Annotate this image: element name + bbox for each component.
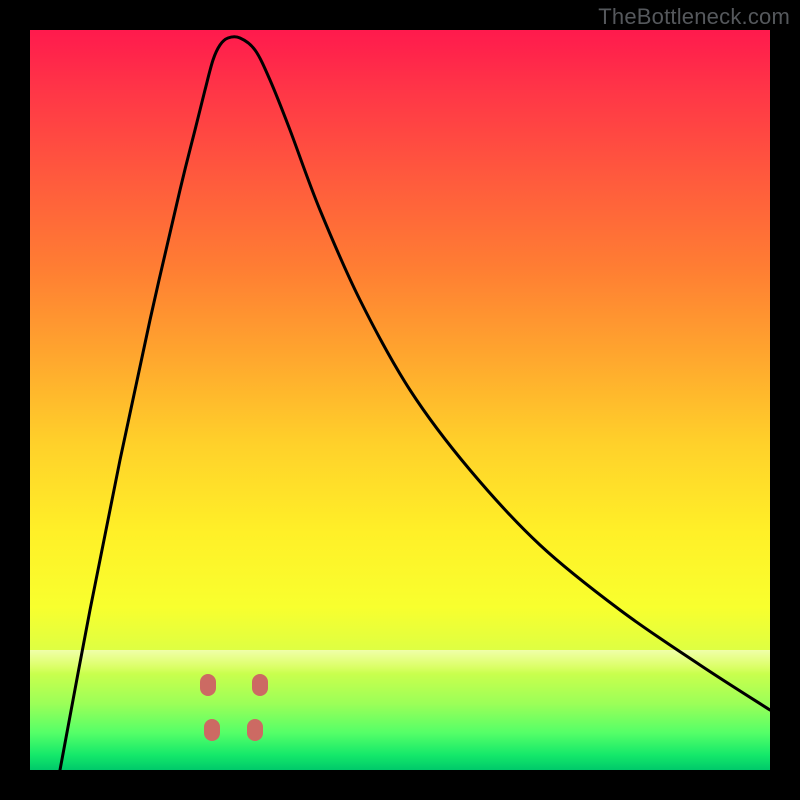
data-marker	[252, 674, 268, 696]
bottleneck-curve	[60, 37, 770, 770]
data-marker	[204, 719, 220, 741]
marker-group	[200, 674, 268, 741]
chart-frame: TheBottleneck.com	[0, 0, 800, 800]
attribution-label: TheBottleneck.com	[598, 4, 790, 30]
curve-layer	[30, 30, 770, 770]
data-marker	[200, 674, 216, 696]
data-marker	[247, 719, 263, 741]
